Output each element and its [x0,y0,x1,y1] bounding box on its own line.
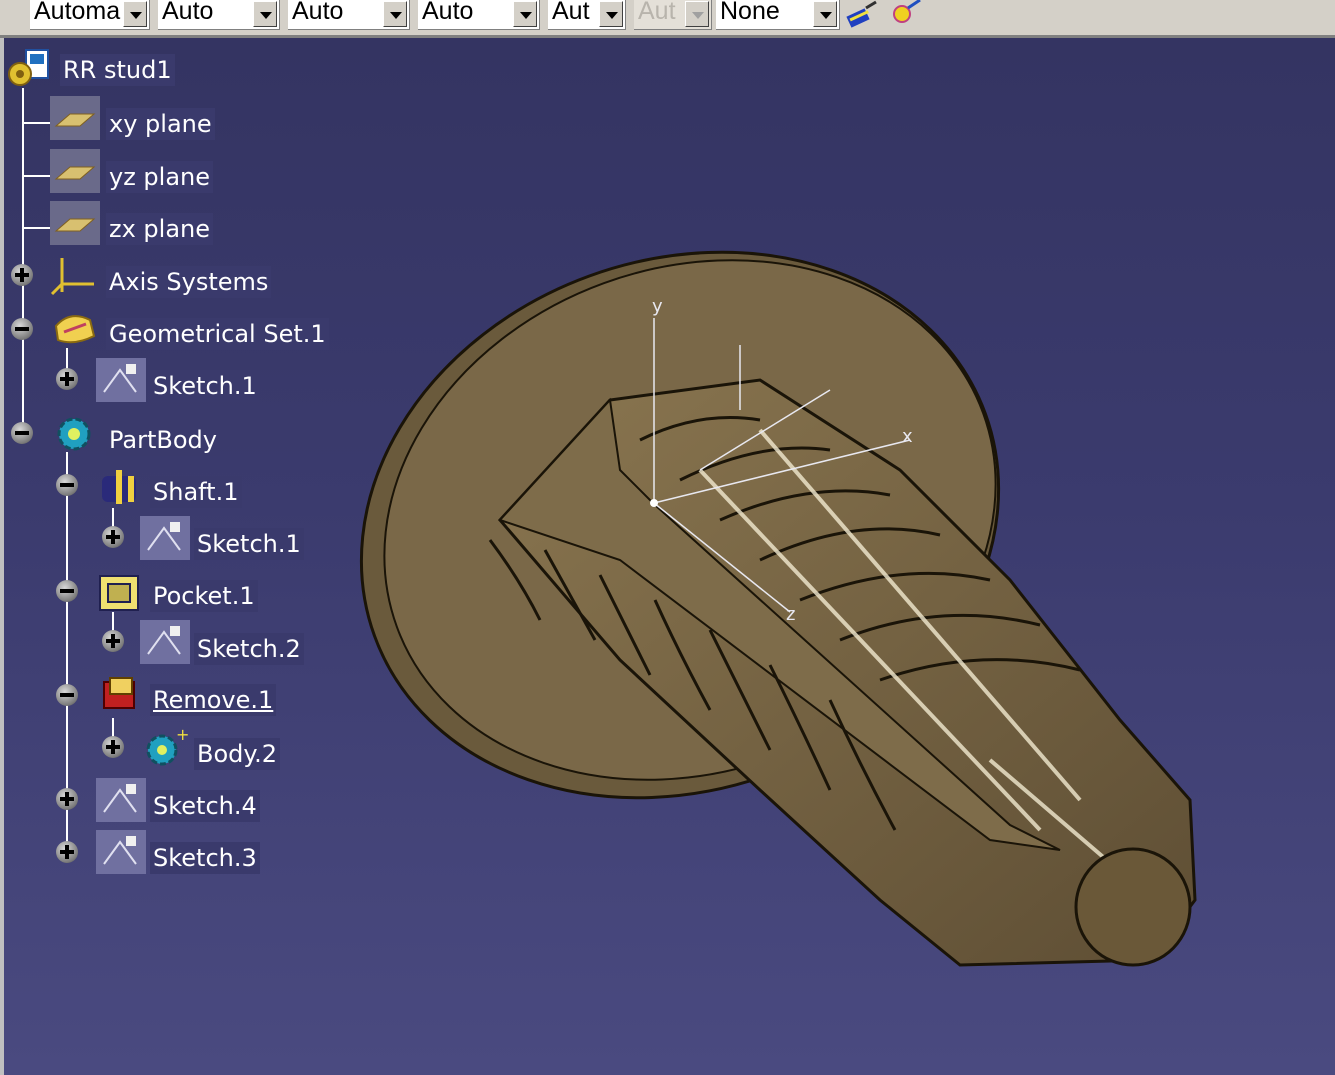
combo-value: None [720,0,780,25]
graphic-properties-toolbar: Automa Auto Auto Auto Aut Aut None [0,0,1335,38]
sketch-icon[interactable] [140,620,190,664]
tree-connector [22,227,50,229]
point-symbol-combo[interactable]: Aut [548,0,626,30]
expand-toggle[interactable] [102,736,124,758]
plane-icon[interactable] [50,149,100,193]
combo-value: Auto [422,0,474,25]
magic-wand-icon[interactable] [890,0,924,30]
collapse-toggle[interactable] [56,474,78,496]
body-gear-icon[interactable] [50,412,100,456]
transparency-combo[interactable]: Auto [158,0,280,30]
tree-node-xy-plane[interactable]: xy plane [106,108,215,140]
sketch-icon[interactable] [140,516,190,560]
sketch-icon[interactable] [96,358,146,402]
geometrical-set-icon[interactable] [50,306,100,350]
collapse-toggle[interactable] [11,422,33,444]
paint-brush-icon[interactable] [846,0,880,30]
disabled-combo: Aut [634,0,712,30]
sketch-icon[interactable] [96,778,146,822]
tree-node-body[interactable]: Body.2 [194,738,281,770]
specification-tree: RR stud1 xy plane yz plane zx plane Axis… [0,38,340,938]
chevron-down-icon[interactable] [599,1,623,27]
chevron-down-icon[interactable] [123,1,147,27]
fill-color-combo[interactable]: Automa [30,0,150,30]
tree-connector [22,175,50,177]
chevron-down-icon[interactable] [513,1,537,27]
tree-node-axis-systems[interactable]: Axis Systems [106,266,272,298]
sketch-icon[interactable] [96,830,146,874]
chevron-down-icon[interactable] [253,1,277,27]
combo-value: Automa [34,0,121,25]
tree-node-sketch[interactable]: Sketch.4 [150,790,260,822]
combo-value: Auto [292,0,344,25]
expand-toggle[interactable] [11,264,33,286]
tree-node-sketch[interactable]: Sketch.1 [150,370,260,402]
axis-system-icon[interactable] [50,252,100,296]
plane-icon[interactable] [50,201,100,245]
shaft-icon[interactable] [96,464,146,508]
tree-node-sketch[interactable]: Sketch.2 [194,633,304,665]
tree-node-sketch[interactable]: Sketch.1 [194,528,304,560]
expand-toggle[interactable] [102,630,124,652]
line-type-combo[interactable]: Auto [418,0,540,30]
collapse-toggle[interactable] [56,684,78,706]
tree-node-pocket[interactable]: Pocket.1 [150,580,258,612]
body-gear-icon[interactable]: + [140,726,190,770]
expand-toggle[interactable] [56,368,78,390]
svg-text:+: + [176,726,189,744]
pocket-icon[interactable] [96,570,146,614]
tree-node-sketch[interactable]: Sketch.3 [150,842,260,874]
tree-connector [22,88,24,432]
tree-node-geometrical-set[interactable]: Geometrical Set.1 [106,318,329,350]
combo-value: Auto [162,0,214,25]
combo-value: Aut [638,0,676,25]
tree-node-zx-plane[interactable]: zx plane [106,213,214,245]
tree-node-root[interactable]: RR stud1 [60,54,175,86]
part-document-icon[interactable] [4,46,54,90]
axis-label-y: y [652,296,663,317]
remove-boolean-icon[interactable] [96,674,146,718]
axis-label-z: z [786,604,795,625]
layer-combo[interactable]: None [716,0,840,30]
tree-node-remove[interactable]: Remove.1 [150,684,277,716]
collapse-toggle[interactable] [56,580,78,602]
3d-part-model[interactable]: y x z [330,240,1230,1000]
expand-toggle[interactable] [102,526,124,548]
collapse-toggle[interactable] [11,318,33,340]
expand-toggle[interactable] [56,841,78,863]
tree-node-yz-plane[interactable]: yz plane [106,161,214,193]
combo-value: Aut [552,0,590,25]
line-thickness-combo[interactable]: Auto [288,0,410,30]
chevron-down-icon[interactable] [383,1,407,27]
tree-node-shaft[interactable]: Shaft.1 [150,476,242,508]
tree-node-partbody[interactable]: PartBody [106,424,220,456]
expand-toggle[interactable] [56,788,78,810]
plane-icon[interactable] [50,96,100,140]
axis-label-x: x [902,426,913,447]
chevron-down-icon [685,1,709,27]
tree-connector [22,122,50,124]
chevron-down-icon[interactable] [813,1,837,27]
